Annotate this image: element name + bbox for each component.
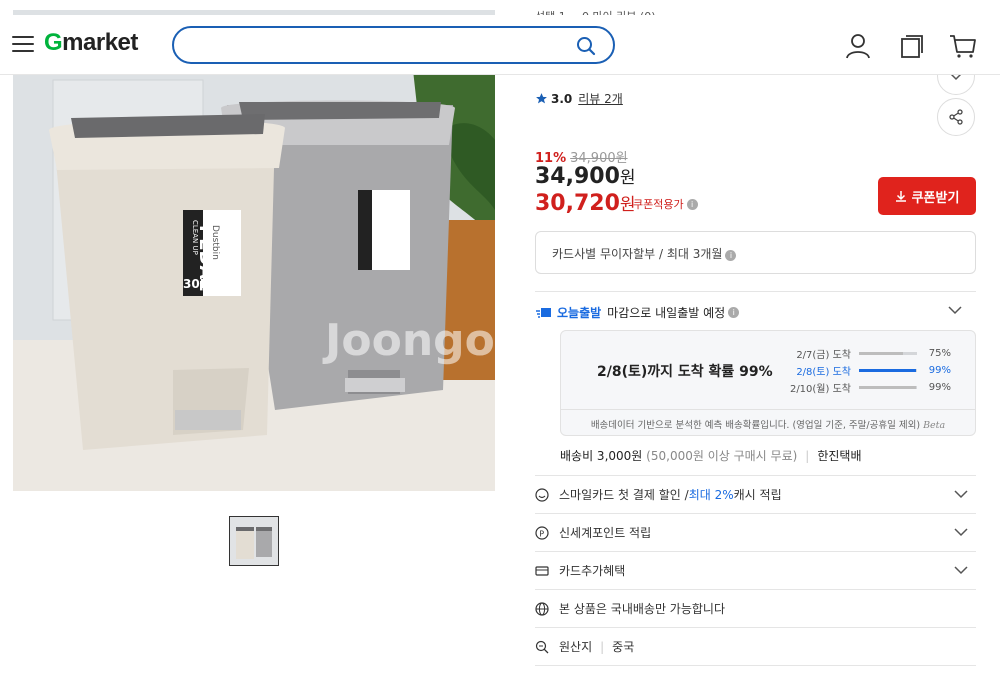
delivery-header[interactable]: 오늘출발 마감으로 내일출발 예정 i	[535, 304, 740, 321]
top-header: Gmarket	[0, 15, 1000, 75]
delivery-desc: 마감으로 내일출발 예정	[607, 306, 726, 320]
chevron-down-icon	[954, 528, 968, 537]
product-thumbnail[interactable]	[229, 516, 279, 566]
installment-info[interactable]: 카드사별 무이자할부 / 최대 3개월 i	[535, 231, 976, 274]
delivery-probability-box: 2/8(토)까지 도착 확률 99% 2/7(금) 도착 75% 2/8(토) …	[560, 330, 976, 436]
search-icon[interactable]	[575, 35, 597, 57]
cart-icon[interactable]	[948, 31, 978, 61]
point-icon: P	[535, 525, 549, 540]
gmarket-logo[interactable]: Gmarket	[44, 29, 138, 57]
search-bar	[172, 26, 615, 64]
sale-price: 34,900원	[535, 164, 636, 189]
fast-delivery-icon	[536, 307, 551, 318]
user-icon[interactable]	[843, 31, 873, 61]
info-icon[interactable]: i	[686, 198, 698, 210]
beta-label: Beta	[923, 420, 946, 431]
coupon-price: 30,720원	[535, 191, 636, 216]
divider	[535, 291, 976, 292]
installment-text: 카드사별 무이자할부 / 최대 3개월	[552, 247, 723, 261]
domestic-shipping-info: 본 상품은 국내배송만 가능합니다	[535, 590, 976, 628]
product-main-image: CLEAN UP PEDAL 30L Dustbin Joongo	[13, 10, 495, 491]
origin-info: 원산지 | 중국	[535, 628, 976, 666]
get-coupon-button[interactable]: 쿠폰받기	[878, 177, 976, 215]
svg-text:P: P	[539, 529, 544, 538]
label-size-text: 30L	[183, 277, 208, 291]
search-input[interactable]	[192, 30, 572, 60]
coupon-price-label: 쿠폰적용가 i	[633, 196, 698, 212]
chevron-down-icon	[954, 566, 968, 575]
chevron-down-icon[interactable]	[948, 306, 962, 315]
shipping-fee: 배송비 3,000원 (50,000원 이상 구매시 무료) | 한진택배	[560, 449, 862, 463]
magnifier-icon	[535, 640, 549, 653]
smile-card-benefit[interactable]: 스마일카드 첫 결제 할인 / 최대 2% 캐시 적립	[535, 476, 976, 514]
probability-row: 2/10(월) 도착 99%	[789, 382, 951, 395]
probability-row: 2/7(금) 도착 75%	[796, 348, 951, 361]
hamburger-menu-icon[interactable]	[12, 36, 34, 52]
smile-icon	[535, 487, 549, 502]
today-ship-badge: 오늘출발	[557, 306, 602, 320]
globe-icon	[535, 601, 549, 616]
probability-headline: 2/8(토)까지 도착 확률 99%	[597, 364, 773, 380]
shinsegae-point-benefit[interactable]: P 신세계포인트 적립	[535, 514, 976, 552]
rating-score: 3.0	[551, 91, 573, 106]
info-icon[interactable]: i	[728, 307, 740, 318]
share-icon	[949, 109, 963, 125]
info-icon[interactable]: i	[725, 250, 737, 261]
rating-summary: 3.0 리뷰 2개	[535, 90, 623, 107]
probability-row: 2/8(토) 도착 99%	[796, 365, 951, 378]
probability-note: 배송데이터 기반으로 분석한 예측 배송확률입니다. (영업일 기준, 주말/공…	[561, 409, 975, 431]
card-icon	[535, 565, 549, 576]
image-watermark: Joongo	[322, 315, 495, 366]
recent-items-icon[interactable]	[897, 31, 927, 61]
review-count-link[interactable]: 리뷰 2개	[578, 90, 623, 107]
chevron-down-icon	[954, 490, 968, 499]
label-sub-text: Dustbin	[210, 225, 220, 260]
card-extra-benefit[interactable]: 카드추가혜택	[535, 552, 976, 590]
star-icon	[536, 93, 547, 104]
share-button[interactable]	[937, 98, 975, 136]
download-icon	[895, 191, 906, 202]
